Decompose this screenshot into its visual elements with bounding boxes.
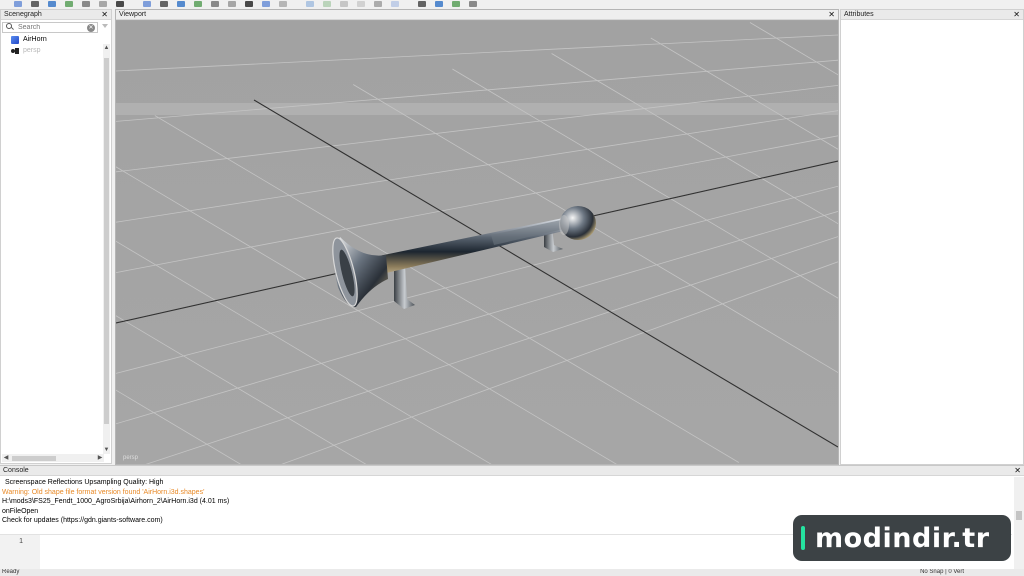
scroll-up-icon[interactable]: ▲ xyxy=(103,44,110,52)
console-line: Screenspace Reflections Upsampling Quali… xyxy=(5,479,164,486)
search-icon xyxy=(5,22,15,32)
clear-icon[interactable]: ✕ xyxy=(87,23,95,32)
group-icon[interactable] xyxy=(340,1,348,7)
light-icon[interactable] xyxy=(418,1,426,7)
align-icon[interactable] xyxy=(279,1,287,7)
scenegraph-vertical-scrollbar[interactable]: ▲ ▼ xyxy=(103,44,110,454)
close-icon[interactable]: ✕ xyxy=(828,10,835,20)
undo-icon[interactable] xyxy=(99,1,107,7)
watermark-accent-bar xyxy=(801,526,805,550)
line-number: 1 xyxy=(19,538,23,545)
redo-icon[interactable] xyxy=(116,1,124,7)
mirror-icon[interactable] xyxy=(323,1,331,7)
save-icon[interactable] xyxy=(48,1,56,7)
toolbar-icons xyxy=(14,1,477,7)
search-box[interactable]: ✕ xyxy=(2,21,98,33)
tree-item-persp[interactable]: persp xyxy=(3,45,99,56)
scenegraph-search-row: ✕ xyxy=(2,21,110,33)
scrollbar-thumb[interactable] xyxy=(12,456,56,461)
camera-label: persp xyxy=(123,455,139,461)
watermark-text: modindir.tr xyxy=(815,522,990,554)
link-icon[interactable] xyxy=(357,1,365,7)
scrollbar-thumb[interactable] xyxy=(1016,511,1022,520)
tree-item-label: persp xyxy=(23,47,41,54)
attributes-title-label: Attributes xyxy=(844,11,874,18)
status-bar: Ready No Snap | 0 Vert xyxy=(0,569,1024,576)
select-icon[interactable] xyxy=(194,1,202,7)
close-icon[interactable]: ✕ xyxy=(101,10,108,20)
console-vertical-scrollbar[interactable] xyxy=(1014,477,1024,569)
scenegraph-horizontal-scrollbar[interactable]: ◀ ▶ xyxy=(2,454,104,462)
viewport-title-label: Viewport xyxy=(119,11,147,18)
status-snap-info: No Snap | 0 Vert xyxy=(920,569,964,575)
search-input[interactable] xyxy=(15,22,85,32)
axis-icon[interactable] xyxy=(211,1,219,7)
cube-icon[interactable] xyxy=(391,1,399,7)
scroll-left-icon[interactable]: ◀ xyxy=(2,454,10,462)
watermark-badge: modindir.tr xyxy=(793,515,1011,561)
scrollbar-thumb[interactable] xyxy=(104,58,109,424)
console-line: H:\mods3\FS25_Fendt_1000_AgroSrbija\Airh… xyxy=(2,498,230,505)
new-file-icon[interactable] xyxy=(14,1,22,7)
open-file-icon[interactable] xyxy=(31,1,39,7)
close-icon[interactable]: ✕ xyxy=(1014,466,1021,476)
export-icon[interactable] xyxy=(82,1,90,7)
line-number-gutter: 1 xyxy=(0,535,40,569)
play-icon[interactable] xyxy=(143,1,151,7)
grid-icon[interactable] xyxy=(452,1,460,7)
console-warning-line: Warning: Old shape file format version f… xyxy=(2,488,205,496)
window-icon[interactable] xyxy=(469,1,477,7)
scenegraph-title: Scenegraph ✕ xyxy=(1,10,111,20)
status-text: Ready xyxy=(2,569,20,575)
horizon-haze xyxy=(116,103,838,115)
close-icon[interactable]: ✕ xyxy=(1013,10,1020,20)
attributes-panel: Attributes ✕ xyxy=(840,9,1024,465)
cube-icon xyxy=(11,35,19,44)
viewport-panel: Viewport ✕ persp xyxy=(115,9,839,465)
eye-icon[interactable] xyxy=(160,1,168,7)
attributes-title: Attributes ✕ xyxy=(841,10,1023,20)
scroll-right-icon[interactable]: ▶ xyxy=(96,454,104,462)
main-toolbar xyxy=(0,0,1024,9)
scenegraph-tree: AirHorn persp xyxy=(3,34,99,56)
gear-icon[interactable] xyxy=(435,1,443,7)
rotate-icon[interactable] xyxy=(245,1,253,7)
zoom-icon[interactable] xyxy=(177,1,185,7)
console-title: Console ✕ xyxy=(0,466,1024,476)
horn-end-cap-ring xyxy=(559,215,569,235)
tree-item-label: AirHorn xyxy=(23,36,47,43)
viewport-title: Viewport ✕ xyxy=(116,10,838,20)
filter-icon[interactable] xyxy=(101,22,110,32)
scroll-down-icon[interactable]: ▼ xyxy=(103,446,110,454)
move-icon[interactable] xyxy=(228,1,236,7)
paint-icon[interactable] xyxy=(374,1,382,7)
scenegraph-title-label: Scenegraph xyxy=(4,11,42,18)
camera-icon xyxy=(11,47,19,55)
scenegraph-panel: Scenegraph ✕ ✕ AirHorn persp ▲ ▼ ◀ ▶ xyxy=(0,9,112,464)
viewport-3d-canvas[interactable] xyxy=(116,21,838,464)
snap-icon[interactable] xyxy=(306,1,314,7)
tree-item-airhorn[interactable]: AirHorn xyxy=(3,34,99,45)
scale-icon[interactable] xyxy=(262,1,270,7)
console-title-label: Console xyxy=(3,467,29,474)
reload-icon[interactable] xyxy=(65,1,73,7)
